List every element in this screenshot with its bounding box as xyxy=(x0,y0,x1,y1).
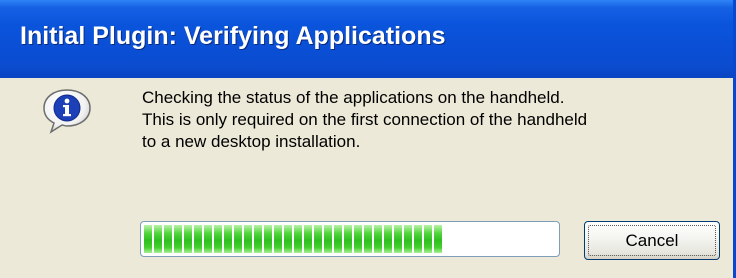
progress-chunk xyxy=(274,225,282,253)
progress-chunk xyxy=(304,225,312,253)
progress-chunk xyxy=(174,225,182,253)
progress-chunk xyxy=(354,225,362,253)
progress-chunk xyxy=(244,225,252,253)
progress-chunk xyxy=(424,225,432,253)
message-line: This is only required on the first conne… xyxy=(142,110,588,129)
progress-chunk xyxy=(204,225,212,253)
progress-bar xyxy=(140,221,560,257)
progress-chunk xyxy=(194,225,202,253)
message-line: to a new desktop installation. xyxy=(142,132,361,151)
progress-chunk xyxy=(384,225,392,253)
title-bar[interactable]: Initial Plugin: Verifying Applications xyxy=(0,0,733,78)
message-line: Checking the status of the applications … xyxy=(142,88,565,107)
progress-chunk xyxy=(364,225,372,253)
progress-chunk xyxy=(334,225,342,253)
progress-chunk xyxy=(154,225,162,253)
progress-chunk xyxy=(434,225,442,253)
progress-chunk xyxy=(284,225,292,253)
progress-chunk xyxy=(254,225,262,253)
status-message: Checking the status of the applications … xyxy=(142,87,702,153)
dialog-window: Initial Plugin: Verifying Applications C… xyxy=(0,0,736,278)
progress-chunk xyxy=(164,225,172,253)
progress-chunk xyxy=(324,225,332,253)
progress-chunk xyxy=(344,225,352,253)
progress-chunk xyxy=(264,225,272,253)
progress-chunk xyxy=(404,225,412,253)
progress-chunk xyxy=(294,225,302,253)
progress-chunk xyxy=(214,225,222,253)
cancel-button[interactable]: Cancel xyxy=(584,221,720,260)
progress-chunk xyxy=(144,225,152,253)
progress-chunk xyxy=(394,225,402,253)
progress-fill xyxy=(144,225,442,253)
progress-chunk xyxy=(234,225,242,253)
progress-chunk xyxy=(224,225,232,253)
window-title: Initial Plugin: Verifying Applications xyxy=(20,22,446,50)
info-icon xyxy=(42,88,92,134)
progress-chunk xyxy=(374,225,382,253)
progress-chunk xyxy=(414,225,422,253)
progress-chunk xyxy=(184,225,192,253)
progress-chunk xyxy=(314,225,322,253)
